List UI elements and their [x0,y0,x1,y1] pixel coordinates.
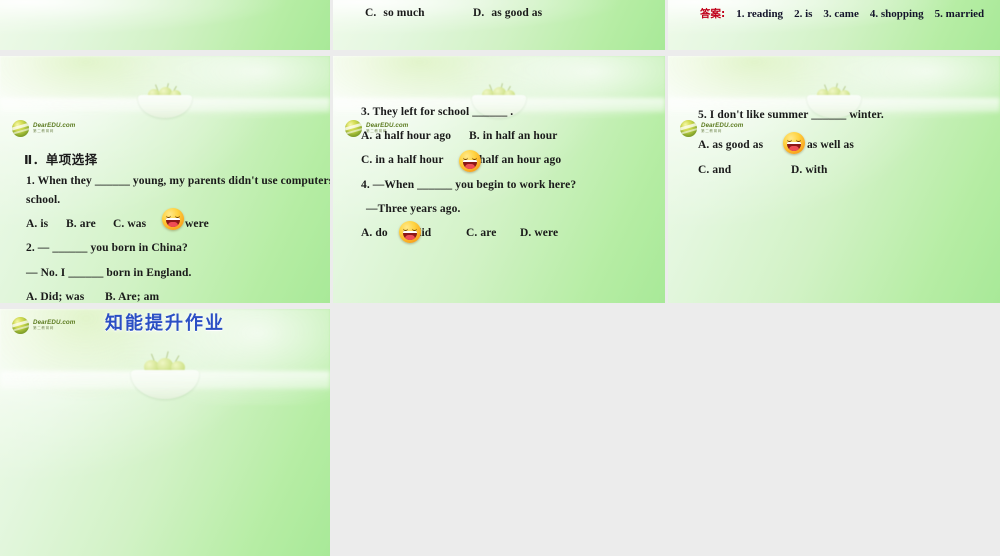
slide-5-text: 3. They left for school ______ . A. a ha… [333,56,665,303]
slide-panel-1[interactable] [0,0,330,50]
question-5-option-d[interactable]: D. with [791,164,827,176]
question-1-stem-line-2: school. [26,194,61,206]
slide-panel-7[interactable]: DearEDU.com 第二教育网 知能提升作业 [0,309,330,556]
closing-title-text: 知能提升作业 [105,313,225,334]
question-2-option-b[interactable]: B. Are; am [105,291,159,303]
slide-panel-2[interactable]: C. so much D. as good as [333,0,665,50]
laughing-emoji-sticker[interactable] [783,132,805,154]
answer-key-label: 答案: [700,8,726,20]
question-5-option-b[interactable]: . as well as [801,139,854,151]
question-5-option-a[interactable]: A. as good as [698,139,763,151]
apple-bowl-illustration [125,351,205,399]
option-d-text: as good as [491,7,543,19]
question-4-option-d[interactable]: D. were [520,227,558,239]
question-1-option-c[interactable]: C. was [113,218,146,230]
slide-6-text: 5. I don't like summer ______ winter. A.… [668,56,1000,303]
answer-item: 5. married [934,8,985,20]
question-2-option-a[interactable]: A. Did; was [26,291,84,303]
option-c-letter: C. [365,7,377,19]
question-1-option-a[interactable]: A. is [26,218,48,230]
slide-2-text: C. so much D. as good as [333,0,665,50]
question-4-option-c[interactable]: C. are [466,227,496,239]
question-2-stem-line-1: 2. — ______ you born in China? [26,242,188,254]
answer-item: 3. came [823,8,859,20]
question-3-option-d[interactable]: half an hour ago [479,154,561,166]
question-1-option-d[interactable]: were [185,218,209,230]
question-4-option-a[interactable]: A. do [361,227,388,239]
answer-item: 2. is [794,8,813,20]
option-c-text: so much [383,7,425,19]
question-3-option-c[interactable]: C. in a half hour [361,154,444,166]
slide-panel-3[interactable]: 答案: 1. reading 2. is 3. came 4. shopping 5. m… [668,0,1000,50]
slide-grid: C. so much D. as good as 答案: 1. reading 2.… [0,0,1000,556]
option-d-letter: D. [473,7,485,19]
question-2-stem-line-2: — No. I ______ born in England. [26,267,192,279]
question-3-option-a[interactable]: A. a half hour ago [361,130,451,142]
question-5-stem: 5. I don't like summer ______ winter. [698,109,884,121]
section-title: Ⅱ．单项选择 [24,152,98,167]
answer-key-bar: 答案: 1. reading 2. is 3. came 4. shopping 5. m… [700,6,984,21]
slide-panel-6[interactable]: DearEDU.com 第二教育网 5. I don't like summer… [668,56,1000,303]
slide-panel-5[interactable]: DearEDU.com 第二教育网 3. They left for schoo… [333,56,665,303]
slide-panel-4[interactable]: DearEDU.com 第二教育网 Ⅱ．单项选择 1. When they __… [0,56,330,303]
question-1-stem-line-1: 1. When they ______ young, my parents di… [26,175,330,187]
slide-4-text: Ⅱ．单项选择 1. When they ______ young, my par… [0,56,330,303]
answer-item: 1. reading [736,8,784,20]
question-5-option-c[interactable]: C. and [698,164,731,176]
question-1-option-b[interactable]: B. are [66,218,96,230]
laughing-emoji-sticker[interactable] [459,150,481,172]
question-3-option-b[interactable]: B. in half an hour [469,130,557,142]
laughing-emoji-sticker[interactable] [162,208,184,230]
question-4-stem-line-1: 4. —When ______ you begin to work here? [361,179,577,191]
laughing-emoji-sticker[interactable] [399,221,421,243]
question-4-stem-line-2: —Three years ago. [366,203,461,215]
answer-item: 4. shopping [869,8,924,20]
question-3-stem: 3. They left for school ______ . [361,106,514,118]
